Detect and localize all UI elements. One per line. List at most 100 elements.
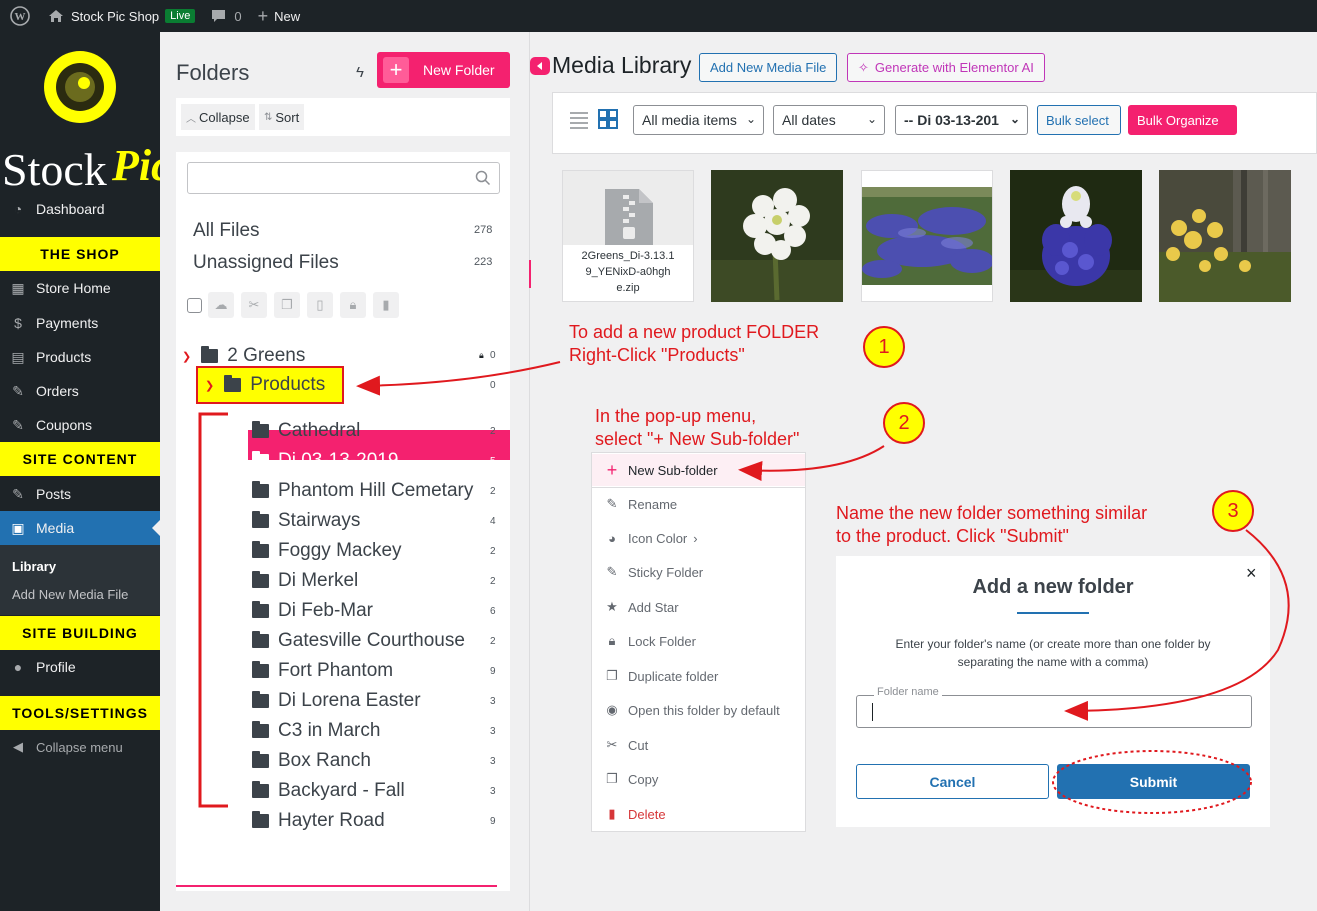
- bulk-organize-button[interactable]: Bulk Organize: [1128, 105, 1237, 135]
- menu-item-open-default[interactable]: ◉ Open this folder by default: [592, 695, 805, 725]
- new-folder-button[interactable]: + New Folder: [377, 52, 510, 88]
- scissors-icon[interactable]: ✂: [241, 292, 267, 318]
- media-type-select[interactable]: All media items ⌄: [633, 105, 764, 135]
- all-files-item[interactable]: All Files: [193, 220, 260, 242]
- tree-item-folder[interactable]: Phantom Hill Cemetary: [252, 476, 473, 506]
- wordpress-logo-icon[interactable]: W: [0, 0, 40, 32]
- menu-item-sticky-folder[interactable]: ✎ Sticky Folder: [592, 557, 805, 587]
- sidebar-item-label: Collapse menu: [36, 739, 123, 755]
- submenu-add-new-media[interactable]: Add New Media File: [12, 587, 128, 602]
- folder-icon: [252, 721, 269, 738]
- tree-item-label: C3 in March: [278, 720, 381, 741]
- sidebar-item-coupons[interactable]: ✎ Coupons: [0, 408, 160, 442]
- tree-item-folder[interactable]: Hayter Road: [252, 806, 385, 836]
- list-view-icon[interactable]: [569, 110, 589, 130]
- tree-item-folder[interactable]: C3 in March: [252, 716, 380, 746]
- sidebar-item-payments[interactable]: $ Payments: [0, 306, 160, 340]
- comment-icon: [212, 10, 226, 22]
- unassigned-files-item[interactable]: Unassigned Files: [193, 252, 339, 274]
- annotation-line: Right-Click "Products": [569, 345, 745, 365]
- chevron-up-icon: ︿: [186, 113, 196, 125]
- tree-item-count: 9: [490, 816, 496, 827]
- generate-ai-button[interactable]: ✧ Generate with Elementor AI: [847, 53, 1045, 82]
- collapse-menu-button[interactable]: ◀ Collapse menu: [0, 730, 160, 764]
- tree-item-folder[interactable]: Di Lorena Easter: [252, 686, 421, 716]
- cloud-upload-icon[interactable]: ☁: [208, 292, 234, 318]
- menu-item-cut[interactable]: ✂ Cut: [592, 730, 805, 760]
- sort-button[interactable]: ⇅ Sort: [259, 104, 305, 130]
- sidebar-item-dashboard[interactable]: ◔ Dashboard: [0, 192, 160, 226]
- sort-label: Sort: [275, 109, 300, 125]
- bulk-select-button[interactable]: Bulk select: [1037, 105, 1121, 135]
- stockpic-logo[interactable]: Stock Pic: [0, 40, 171, 195]
- sidebar-item-posts[interactable]: ✎ Posts: [0, 477, 160, 511]
- folder-search-input[interactable]: [187, 162, 500, 194]
- tree-item-folder[interactable]: Fort Phantom: [252, 656, 393, 686]
- trash-icon[interactable]: ▮: [373, 292, 399, 318]
- sidebar-item-label: Payments: [36, 315, 99, 331]
- media-thumb-bluebonnet-field[interactable]: [861, 170, 993, 302]
- sidebar-item-store-home[interactable]: ▦ Store Home: [0, 271, 160, 305]
- sidebar-item-profile[interactable]: ● Profile: [0, 650, 160, 684]
- media-thumb-yellow-flowers[interactable]: [1159, 170, 1291, 302]
- paste-icon[interactable]: ▯: [307, 292, 333, 318]
- menu-item-delete[interactable]: ▮ Delete: [592, 799, 805, 829]
- add-new-media-button[interactable]: Add New Media File: [699, 53, 838, 82]
- folder-name-input[interactable]: [856, 695, 1252, 728]
- menu-item-rename[interactable]: ✎ Rename: [592, 489, 805, 519]
- menu-item-add-star[interactable]: ★ Add Star: [592, 592, 805, 622]
- grid-view-icon[interactable]: [598, 109, 618, 129]
- dashboard-icon: ◔: [13, 201, 23, 217]
- tree-item-folder[interactable]: Foggy Mackey: [252, 536, 402, 566]
- tree-item-folder[interactable]: Di 03-13-2019: [252, 446, 398, 476]
- select-all-checkbox[interactable]: [187, 297, 202, 313]
- title-underline: [1017, 612, 1089, 614]
- menu-item-new-subfolder[interactable]: + New Sub-folder: [592, 454, 805, 486]
- menu-item-label: Cut: [628, 737, 649, 753]
- children-bracket: [198, 412, 228, 808]
- tree-item-folder[interactable]: Di Feb-Mar: [252, 596, 373, 626]
- sidebar-item-orders[interactable]: ✎ Orders: [0, 374, 160, 408]
- sidebar-item-media[interactable]: ▣ Media: [0, 511, 160, 545]
- cancel-button[interactable]: Cancel: [856, 764, 1049, 799]
- menu-item-duplicate[interactable]: ❐ Duplicate folder: [592, 661, 805, 691]
- step-3-badge: 3: [1212, 490, 1254, 532]
- media-thumb-white-flower[interactable]: [711, 170, 843, 302]
- site-home-link[interactable]: Stock Pic Shop Live: [40, 0, 203, 32]
- comments-link[interactable]: 0: [203, 0, 249, 32]
- tree-item-count: 2: [490, 426, 496, 437]
- new-content-link[interactable]: + New: [250, 0, 309, 32]
- tree-item-folder[interactable]: Stairways: [252, 506, 360, 536]
- tree-item-label: Di Merkel: [278, 570, 359, 591]
- media-thumb-bluebonnet-closeup[interactable]: [1010, 170, 1142, 302]
- media-thumb-zip[interactable]: 2Greens_Di-3.13.19_YENixD-a0hghe.zip: [562, 170, 694, 302]
- menu-item-lock-folder[interactable]: 🔒︎ Lock Folder: [592, 626, 805, 656]
- copy-icon[interactable]: ❐: [274, 292, 300, 318]
- tree-item-folder[interactable]: Box Ranch: [252, 746, 371, 776]
- lock-icon: 🔒︎: [479, 350, 484, 360]
- lightning-icon[interactable]: ϟ: [356, 64, 364, 81]
- folder-icon: [252, 661, 269, 678]
- tree-item-folder[interactable]: Di Merkel: [252, 566, 358, 596]
- lock-icon[interactable]: 🔒︎: [340, 292, 366, 318]
- collapse-panel-toggle-icon[interactable]: [530, 57, 550, 75]
- tree-item-label: Foggy Mackey: [278, 540, 402, 561]
- collapse-button[interactable]: ︿ Collapse: [181, 104, 255, 130]
- tree-item-folder[interactable]: Cathedral: [252, 416, 360, 446]
- tree-item-products[interactable]: ❯ Products: [205, 370, 325, 400]
- menu-item-label: Delete: [628, 806, 666, 822]
- menu-divider: [592, 487, 805, 488]
- date-select[interactable]: All dates ⌄: [773, 105, 885, 135]
- folder-open-icon: [224, 375, 242, 392]
- tree-item-folder[interactable]: Backyard - Fall: [252, 776, 405, 806]
- tree-item-folder[interactable]: Gatesville Courthouse: [252, 626, 465, 656]
- folder-select[interactable]: -- Di 03-13-201 ⌄: [895, 105, 1028, 135]
- sidebar-item-products[interactable]: ▤ Products: [0, 340, 160, 374]
- plus-icon: +: [257, 5, 269, 26]
- submenu-library[interactable]: Library: [12, 559, 56, 574]
- submit-button[interactable]: Submit: [1057, 764, 1250, 799]
- menu-item-icon-color[interactable]: ◕ Icon Color ›: [592, 523, 805, 553]
- menu-item-copy[interactable]: ❐ Copy: [592, 764, 805, 794]
- panel-resize-handle[interactable]: [529, 260, 531, 288]
- annotation-step2-text: In the pop-up menu, select "+ New Sub-fo…: [595, 405, 799, 451]
